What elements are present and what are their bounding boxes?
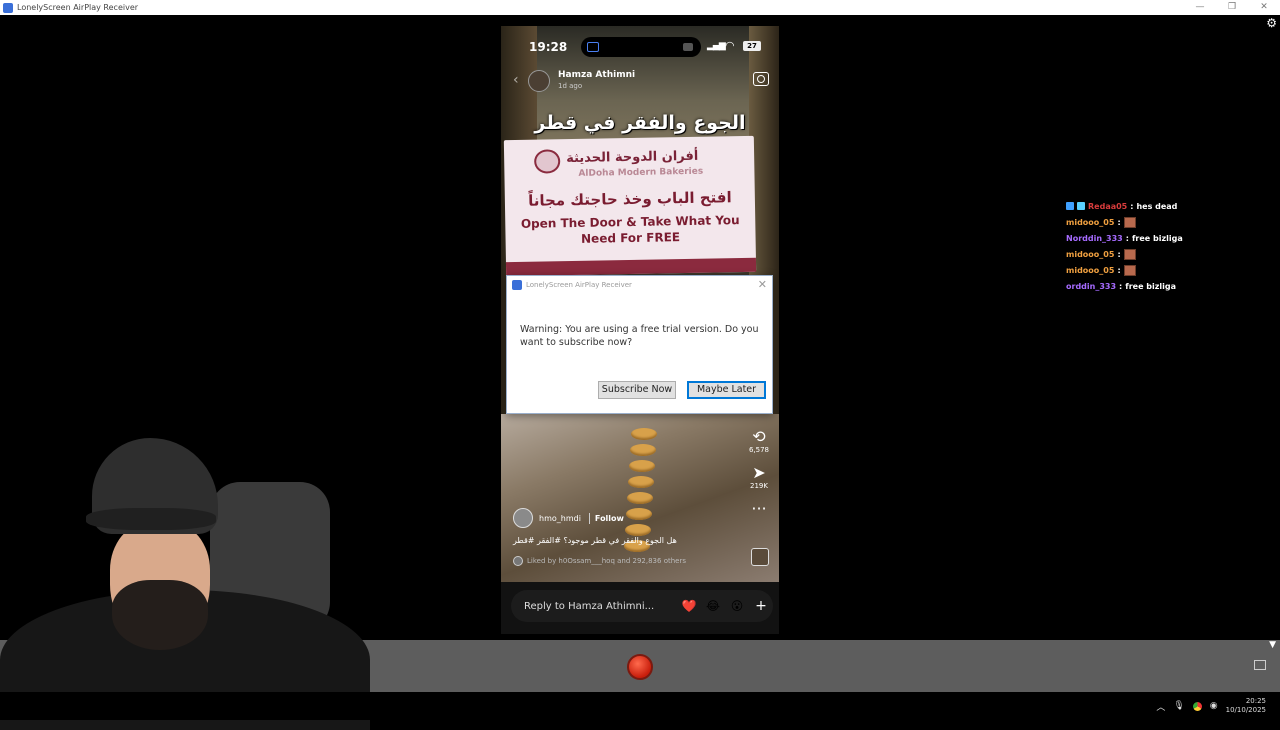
chat-emote-icon (1123, 216, 1136, 228)
sign-line-english: Open The Door & Take What You Need For F… (520, 213, 740, 246)
audio-thumbnail[interactable] (751, 548, 769, 566)
follow-button[interactable]: Follow (588, 512, 629, 524)
chat-message: Redaa05: hes dead (1066, 198, 1216, 214)
reply-placeholder: Reply to Hamza Athimni... (524, 600, 655, 612)
restore-button[interactable]: ❒ (1216, 0, 1248, 15)
more-options-icon[interactable]: ··· (745, 500, 773, 518)
dialog-title: LonelyScreen AirPlay Receiver (526, 281, 632, 289)
chrome-icon[interactable] (1192, 701, 1202, 711)
reshare-count: 6,578 (748, 446, 770, 454)
taskbar-clock[interactable]: 20:25 10/10/2025 (1226, 697, 1266, 715)
minimize-button[interactable]: — (1184, 0, 1216, 15)
chat-badge-icon (1066, 202, 1074, 210)
chat-username: orddin_333 (1066, 281, 1117, 291)
story-avatar[interactable] (528, 70, 550, 92)
send-icon[interactable]: ➤ (745, 464, 773, 482)
chat-message: orddin_333: free bizliga (1066, 281, 1177, 291)
taskbar (0, 692, 1280, 720)
chat-message: midooo_05: (1066, 214, 1216, 230)
add-reaction-icon[interactable]: + (749, 598, 773, 614)
trial-warning-dialog: LonelyScreen AirPlay Receiver ✕ Warning:… (506, 275, 773, 414)
chat-username: midooo_05 (1066, 249, 1115, 259)
system-tray: ︿ 🎙 ◉ 20:25 10/10/2025 (1156, 692, 1266, 720)
chat-text: hes dead (1136, 201, 1178, 211)
camera-icon[interactable] (753, 72, 769, 86)
streamer-cap-brim (86, 508, 216, 530)
story-username[interactable]: Hamza Athimni (558, 70, 635, 80)
story-time-ago: 1d ago (558, 82, 583, 90)
dialog-title-bar: LonelyScreen AirPlay Receiver (507, 276, 772, 294)
settings-gear-icon[interactable]: ⚙ (1266, 16, 1277, 30)
chat-message: midooo_05: (1066, 262, 1216, 278)
chat-username: midooo_05 (1066, 265, 1115, 275)
sign-brand-english: AlDoha Modern Bakeries (578, 166, 704, 179)
send-count: 219K (750, 482, 768, 490)
close-window-button[interactable]: ✕ (1248, 0, 1280, 15)
story-header: ‹ Hamza Athimni 1d ago (501, 68, 779, 98)
liker-avatar (513, 556, 523, 566)
phone-clock: 19:28 (529, 40, 568, 54)
screen-mirroring-icon (587, 42, 599, 52)
poster-username[interactable]: hmo_hmdi (539, 514, 581, 523)
show-hidden-icons-icon[interactable]: ︿ (1156, 700, 1165, 713)
reply-input[interactable]: Reply to Hamza Athimni... ❤️ 😂 😮 + (511, 590, 773, 622)
folder-icon[interactable] (1254, 660, 1266, 670)
dialog-message: Warning: You are using a free trial vers… (520, 324, 759, 348)
reshare-icon[interactable]: ⟲ (745, 428, 773, 446)
taskbar-time: 20:25 (1245, 697, 1266, 705)
reply-bar: Reply to Hamza Athimni... ❤️ 😂 😮 + (501, 582, 779, 634)
bakery-logo-icon (534, 149, 561, 174)
webcam-overlay (0, 430, 400, 730)
window-controls: — ❒ ✕ (1184, 0, 1280, 15)
chat-emote-icon (1123, 264, 1136, 276)
laughing-emoji-icon[interactable]: 😂 (701, 599, 725, 613)
poster-avatar[interactable] (513, 508, 533, 528)
chevron-down-icon[interactable]: ▼ (1269, 640, 1276, 650)
liked-by-row: Liked by h0Ossam___hoq and 292,836 other… (513, 556, 733, 566)
reel-side-actions: ⟲ 6,578 ➤ 219K ··· (745, 428, 773, 518)
chat-message: midooo_05: (1066, 246, 1216, 262)
app-tray-icon[interactable]: ◉ (1210, 701, 1218, 711)
chat-username: midooo_05 (1066, 217, 1115, 227)
dynamic-island (581, 37, 701, 57)
story-overlay-title: الجوع والفقر في قطر (534, 112, 746, 134)
wifi-icon: ◠ (725, 39, 735, 52)
chat-text: free bizliga (1131, 233, 1183, 243)
chat-text: free bizliga (1125, 281, 1177, 291)
stream-chat: Redaa05: hes dead midooo_05: Norddin_333… (1066, 198, 1216, 294)
dialog-close-icon[interactable]: ✕ (758, 278, 767, 291)
reel-poster: hmo_hmdi Follow (513, 508, 629, 528)
battery-icon: 27 (743, 41, 761, 51)
sign-brand-arabic: أفران الدوحة الحديثة (566, 148, 699, 167)
streamer-beard (112, 580, 208, 650)
liked-by-text[interactable]: Liked by h0Ossam___hoq and 292,836 other… (527, 557, 686, 565)
bakery-sign: أفران الدوحة الحديثة AlDoha Modern Baker… (503, 135, 757, 277)
sign-line-arabic: افتح الباب وخذ حاجتك مجاناً (527, 188, 732, 210)
camera-indicator-icon (683, 43, 693, 51)
lonelyscreen-icon (3, 2, 13, 13)
back-chevron-icon[interactable]: ‹ (513, 72, 519, 88)
chat-emote-icon (1123, 248, 1136, 260)
window-title: LonelyScreen AirPlay Receiver (17, 3, 139, 12)
chat-badge-icon (1077, 202, 1085, 210)
lonelyscreen-icon (512, 280, 522, 290)
chat-username: Redaa05 (1088, 201, 1128, 211)
app-title-bar: LonelyScreen AirPlay Receiver — ❒ ✕ (0, 0, 1280, 15)
record-button[interactable] (627, 654, 653, 680)
chat-message: Norddin_333: free bizliga (1066, 233, 1183, 243)
surprised-emoji-icon[interactable]: 😮 (725, 599, 749, 613)
phone-status-bar: 19:28 ▂▄▆ ◠ 27 (501, 26, 779, 66)
cellular-signal-icon: ▂▄▆ (707, 41, 726, 51)
microphone-icon[interactable]: 🎙 (1173, 701, 1184, 711)
maybe-later-button[interactable]: Maybe Later (687, 381, 766, 399)
subscribe-now-button[interactable]: Subscribe Now (598, 381, 676, 399)
taskbar-date: 10/10/2025 (1225, 706, 1266, 714)
chat-username: Norddin_333 (1066, 233, 1123, 243)
reel-caption: هل الجوع والفقر في قطر موجود؟ #الفقر #قط… (513, 536, 677, 545)
heart-emoji-icon[interactable]: ❤️ (677, 599, 701, 613)
